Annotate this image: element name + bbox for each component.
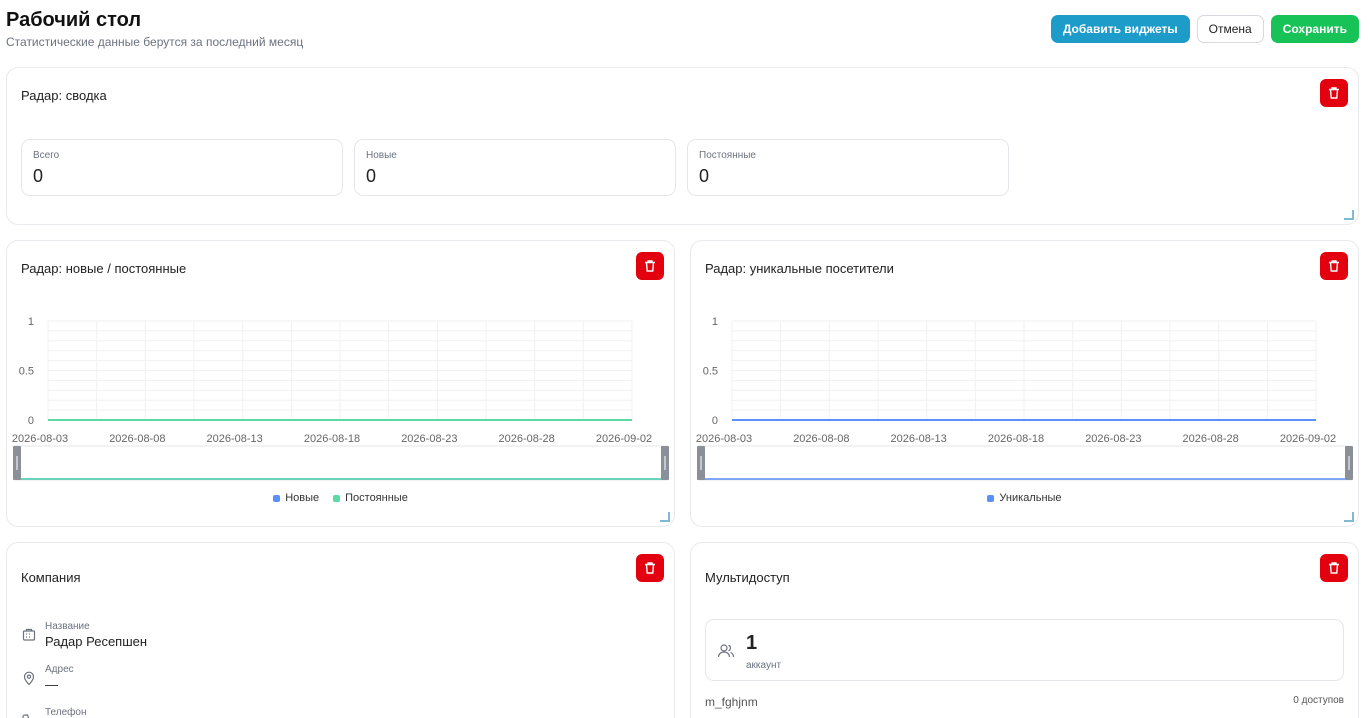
x-tick-label: 2026-08-08 [793, 433, 849, 445]
legend-label: Постоянные [345, 492, 408, 504]
company-address-row: Адрес — [21, 664, 74, 692]
widget-multiaccess: Мультидоступ 1 аккаунт m_fghjnm 0 доступ… [690, 542, 1359, 718]
zoom-slider-track [698, 445, 1352, 481]
zoom-slider-track [14, 445, 668, 481]
building-icon [22, 628, 36, 641]
account-count: 1 [746, 632, 758, 654]
page-header: Рабочий стол Статистические данные берут… [6, 8, 303, 49]
stat-value: 0 [366, 166, 377, 186]
stat-total: Всего 0 [21, 139, 343, 196]
delete-widget-button[interactable] [636, 554, 664, 582]
chart-new-returning: 0 0.5 1 2026-08-03 2026-08-08 2026-08-13 2026-… [12, 316, 669, 481]
account-access-count: 0 доступов [1293, 695, 1344, 706]
x-tick-label: 2026-08-13 [207, 433, 263, 445]
y-tick-label: 0.5 [703, 366, 718, 378]
delete-widget-button[interactable] [1320, 554, 1348, 582]
stat-returning: Постоянные 0 [687, 139, 1009, 196]
users-icon [717, 644, 735, 658]
delete-widget-button[interactable] [1320, 79, 1348, 107]
account-row[interactable]: m_fghjnm 0 доступов [705, 695, 1344, 709]
company-name-label: Название [45, 621, 90, 632]
trash-icon [1329, 87, 1339, 99]
cancel-button[interactable]: Отмена [1196, 15, 1264, 43]
chart-legend: Новые Постоянные [7, 492, 674, 504]
x-tick-label: 2026-08-28 [1183, 433, 1239, 445]
company-address-label: Адрес [45, 664, 74, 675]
stat-value: 0 [33, 166, 44, 186]
company-address-value: — [45, 677, 58, 692]
stat-value: 0 [699, 166, 710, 186]
company-name-row: Название Радар Ресепшен [21, 621, 147, 649]
phone-icon [22, 714, 30, 718]
x-tick-label: 2026-08-13 [891, 433, 947, 445]
x-tick-label: 2026-08-23 [1085, 433, 1141, 445]
account-login: m_fghjnm [705, 695, 758, 709]
resize-handle[interactable] [660, 512, 670, 522]
company-phone-row: Телефон [21, 707, 86, 718]
y-tick-label: 0 [712, 415, 718, 427]
map-pin-icon [23, 671, 35, 686]
company-name-value: Радар Ресепшен [45, 634, 148, 649]
y-tick-label: 1 [28, 316, 34, 328]
legend-item[interactable]: Постоянные [333, 492, 408, 504]
page-subtitle: Статистические данные берутся за последн… [6, 35, 304, 49]
stat-new: Новые 0 [354, 139, 676, 196]
chart-legend: Уникальные [691, 492, 1358, 504]
header-actions: Добавить виджеты Отмена Сохранить [1050, 15, 1359, 43]
add-widgets-button[interactable]: Добавить виджеты [1050, 15, 1190, 43]
legend-label: Уникальные [999, 492, 1062, 504]
legend-item[interactable]: Новые [273, 492, 319, 504]
widget-summary: Радар: сводка Всего 0 Новые 0 Постоянные… [6, 67, 1359, 225]
page-title: Рабочий стол [6, 9, 142, 31]
legend-label: Новые [285, 492, 320, 504]
x-tick-label: 2026-08-18 [988, 433, 1044, 445]
save-button[interactable]: Сохранить [1270, 15, 1359, 43]
x-tick-label: 2026-09-02 [596, 433, 652, 445]
legend-swatch [333, 494, 341, 502]
x-tick-label: 2026-08-03 [12, 433, 68, 445]
stat-label: Постоянные [699, 150, 756, 161]
widget-unique-visitors: Радар: уникальные посетители 0 0.5 1 2026-0… [690, 240, 1359, 527]
x-tick-label: 2026-08-18 [304, 433, 360, 445]
chart-unique-visitors: 0 0.5 1 2026-08-03 2026-08-08 2026-08-13 2026-… [696, 316, 1353, 481]
legend-swatch [273, 494, 281, 502]
x-tick-label: 2026-08-28 [499, 433, 555, 445]
y-tick-label: 0 [28, 415, 34, 427]
widget-title: Мультидоступ [705, 570, 790, 585]
widget-title: Компания [21, 570, 81, 585]
x-tick-label: 2026-08-23 [401, 433, 457, 445]
y-tick-label: 0.5 [19, 366, 34, 378]
resize-handle[interactable] [1344, 512, 1354, 522]
x-tick-label: 2026-08-03 [696, 433, 752, 445]
company-phone-label: Телефон [45, 707, 87, 718]
stat-label: Новые [366, 150, 397, 161]
x-tick-label: 2026-09-02 [1280, 433, 1336, 445]
trash-icon [1329, 562, 1339, 574]
widget-company: Компания Название Радар Ресепшен Адрес —… [6, 542, 675, 718]
resize-handle[interactable] [1344, 210, 1354, 220]
account-unit: аккаунт [746, 660, 782, 671]
y-tick-label: 1 [712, 316, 718, 328]
x-tick-label: 2026-08-08 [109, 433, 165, 445]
legend-swatch [987, 494, 995, 502]
legend-item[interactable]: Уникальные [987, 492, 1062, 504]
trash-icon [645, 562, 655, 574]
account-count-box: 1 аккаунт [705, 619, 1344, 681]
widget-new-returning: Радар: новые / постоянные 0 0.5 1 2026-08-0… [6, 240, 675, 527]
widget-title: Радар: сводка [21, 88, 107, 103]
stat-label: Всего [33, 150, 60, 161]
